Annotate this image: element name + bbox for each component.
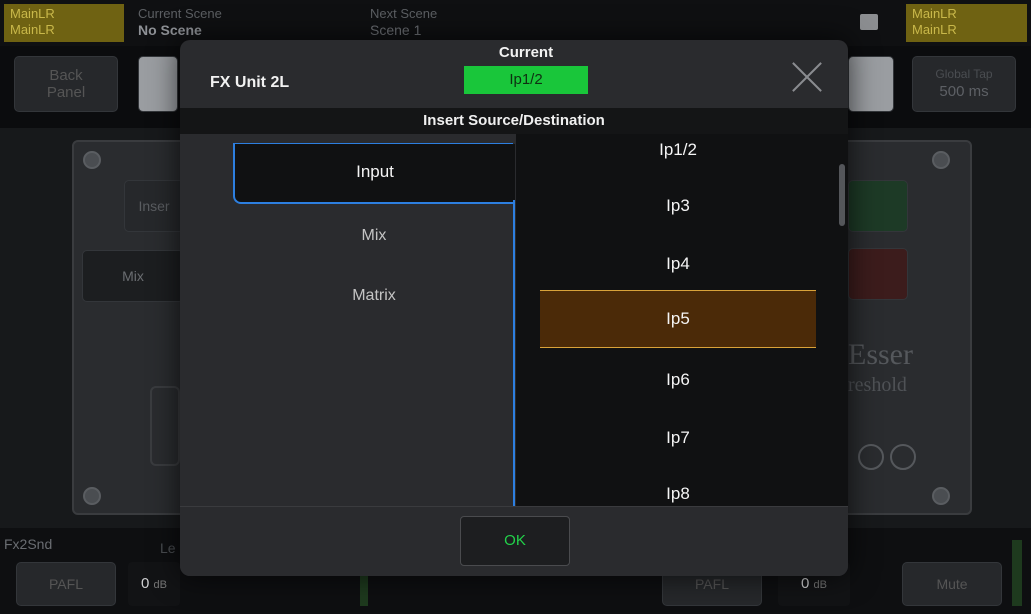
gain-right-unit: dB xyxy=(813,579,827,591)
current-scene-value: No Scene xyxy=(138,22,202,38)
io-jack-partial xyxy=(150,386,180,466)
source-item-ip1-2[interactable]: Ip1/2 xyxy=(540,134,816,170)
main-lr-tab-left[interactable]: MainLR MainLR xyxy=(4,4,124,42)
category-item-mix[interactable]: Mix xyxy=(233,216,515,256)
screw-bottom-left xyxy=(83,487,101,505)
main-lr-tab-right[interactable]: MainLR MainLR xyxy=(906,4,1027,42)
mix-button-partial[interactable]: Mix xyxy=(82,250,184,302)
screw-top-left xyxy=(83,151,101,169)
next-scene-value: Scene 1 xyxy=(370,22,422,38)
tab-right-line2: MainLR xyxy=(912,22,957,37)
scene-button-partial-left[interactable] xyxy=(138,56,178,112)
brand-sub-partial: reshold xyxy=(848,374,907,396)
global-tap-label: Global Tap xyxy=(935,67,993,81)
category-item-matrix[interactable]: Matrix xyxy=(233,276,515,316)
back-panel-button[interactable]: Back Panel xyxy=(14,56,118,112)
gain-right-value: 0 xyxy=(801,575,810,592)
source-list-scrollbar[interactable] xyxy=(839,164,845,226)
tab-left-line2: MainLR xyxy=(10,22,55,37)
global-tap-value: 500 ms xyxy=(939,83,989,100)
tab-right-line1: MainLR xyxy=(912,6,957,21)
source-item-ip6[interactable]: Ip6 xyxy=(540,360,816,400)
next-scene-label: Next Scene xyxy=(370,6,438,21)
left-label-partial: Le xyxy=(160,540,176,556)
dialog-subtitle: Insert Source/Destination xyxy=(180,108,848,134)
ok-button[interactable]: OK xyxy=(460,516,570,566)
brand-name-partial: Esser xyxy=(848,338,913,371)
current-scene-label: Current Scene xyxy=(138,6,222,21)
screw-top-right xyxy=(932,151,950,169)
dialog-title: FX Unit 2L xyxy=(210,74,290,91)
source-item-ip3[interactable]: Ip3 xyxy=(540,186,816,226)
back-panel-line1: Back xyxy=(49,67,83,84)
back-panel-line2: Panel xyxy=(46,84,86,101)
source-item-ip5-selected[interactable]: Ip5 xyxy=(540,290,816,348)
mute-right-button[interactable]: Mute xyxy=(902,562,1002,606)
tab-left-line1: MainLR xyxy=(10,6,55,21)
logo-circle-2 xyxy=(890,444,916,470)
gain-left-readout[interactable]: 0 dB xyxy=(128,562,180,606)
category-item-input[interactable]: Input xyxy=(233,144,515,204)
source-item-ip8[interactable]: Ip8 xyxy=(540,474,816,506)
insert-button-partial[interactable]: Inser xyxy=(124,180,184,232)
gain-left-value: 0 xyxy=(141,575,150,592)
green-button-partial[interactable] xyxy=(848,180,908,232)
screw-bottom-right xyxy=(932,487,950,505)
channel-name: Fx2Snd xyxy=(4,536,53,552)
insert-source-dialog: FX Unit 2L Current Ip1/2 Insert Source/D… xyxy=(180,40,848,576)
meter-right xyxy=(1012,540,1022,606)
source-item-ip7[interactable]: Ip7 xyxy=(540,418,816,458)
close-icon[interactable] xyxy=(786,56,828,98)
source-item-ip4[interactable]: Ip4 xyxy=(540,244,816,284)
global-tap-button[interactable]: Global Tap 500 ms xyxy=(912,56,1016,112)
logo-circle-1 xyxy=(858,444,884,470)
pafl-left-button[interactable]: PAFL xyxy=(16,562,116,606)
red-button-partial[interactable] xyxy=(848,248,908,300)
gain-left-unit: dB xyxy=(153,579,167,591)
scene-button-partial-right[interactable] xyxy=(848,56,894,112)
current-value-badge: Ip1/2 xyxy=(464,66,588,94)
device-icon xyxy=(860,14,878,30)
current-label: Current xyxy=(498,44,554,61)
source-list[interactable]: Ip1/2 Ip3 Ip4 Ip5 Ip6 Ip7 Ip8 xyxy=(516,134,848,506)
